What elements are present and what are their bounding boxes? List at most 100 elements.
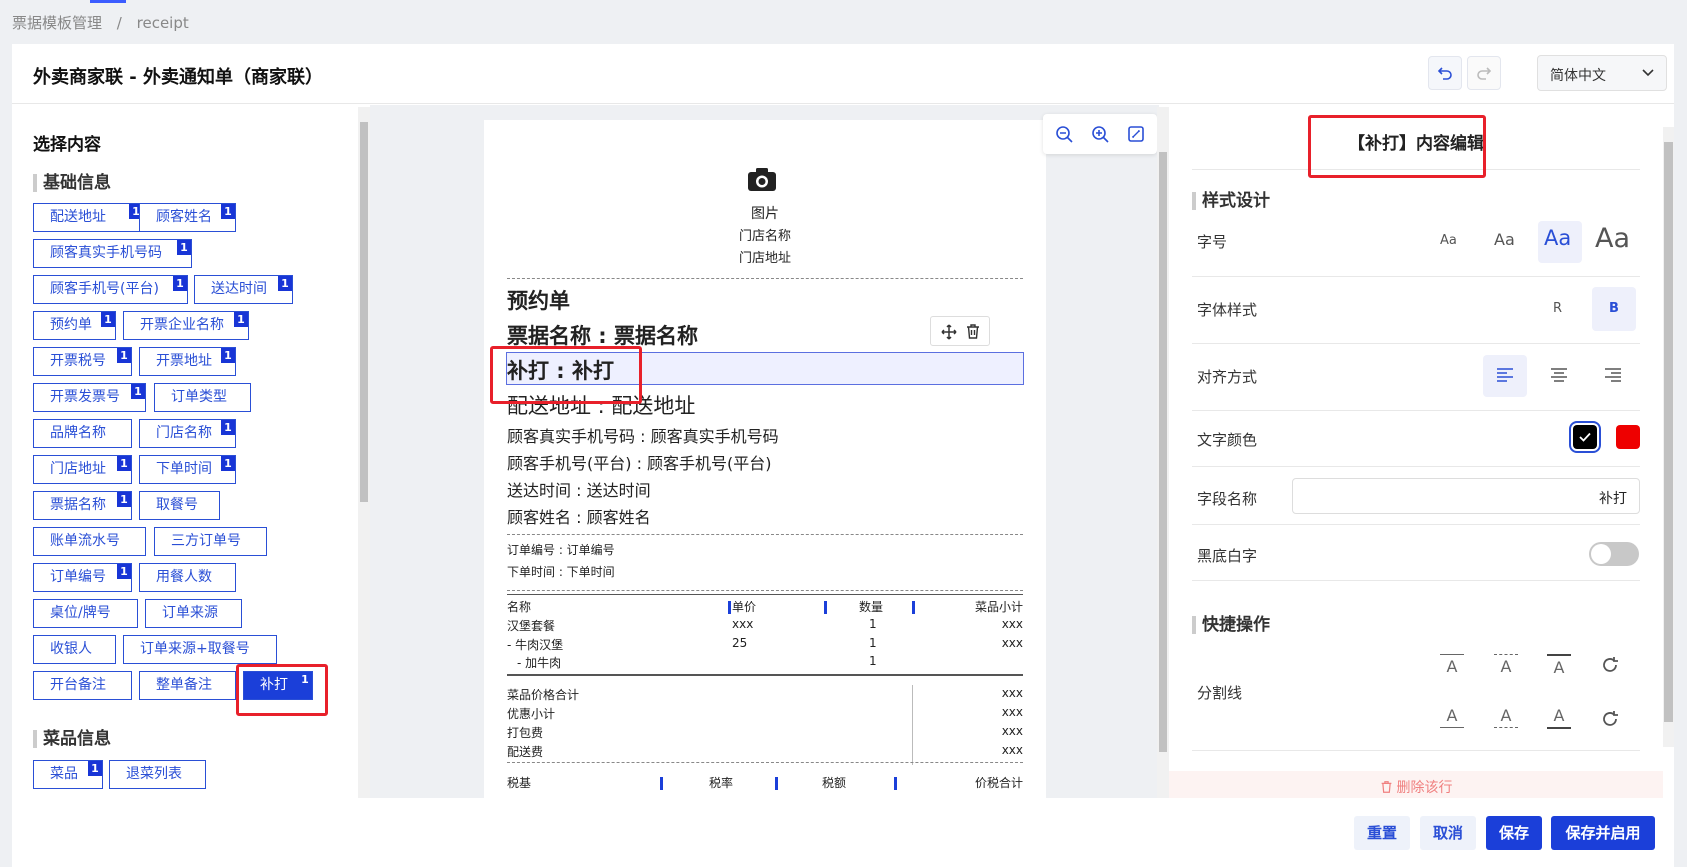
- align-left-button[interactable]: [1483, 355, 1527, 397]
- field-name-input[interactable]: 补打: [1292, 478, 1640, 514]
- tag-order-number[interactable]: 订单编号 1: [33, 563, 132, 592]
- receipt-line-platform-phone[interactable]: 顾客手机号(平台) : 顾客手机号(平台): [507, 450, 772, 474]
- divider: [1192, 580, 1640, 581]
- col-header-qty: 数量: [859, 600, 884, 614]
- tag-pickup-number[interactable]: 取餐号: [139, 491, 220, 520]
- divider-top-solid-thick[interactable]: A: [1547, 654, 1571, 677]
- tag-diner-count[interactable]: 用餐人数: [139, 563, 236, 592]
- scrollbar-thumb[interactable]: [1664, 142, 1673, 722]
- receipt-line-delivery-time[interactable]: 送达时间 : 送达时间: [507, 477, 651, 501]
- trash-icon[interactable]: [965, 323, 981, 340]
- font-size-l[interactable]: Aa: [1595, 223, 1630, 254]
- right-scrollbar[interactable]: [1663, 127, 1674, 747]
- font-style-regular[interactable]: R: [1553, 301, 1562, 316]
- tag-store-name[interactable]: 门店名称 1: [139, 419, 236, 448]
- center-scrollbar[interactable]: [1157, 107, 1169, 798]
- receipt-line-real-phone[interactable]: 顾客真实手机号码 : 顾客真实手机号码: [507, 423, 779, 447]
- tag-third-party-order[interactable]: 三方订单号: [154, 527, 267, 556]
- align-center-icon[interactable]: [1550, 367, 1568, 383]
- tag-table-note[interactable]: 开台备注: [33, 671, 132, 700]
- tag-receipt-name[interactable]: 票据名称 1: [33, 491, 132, 520]
- column-resize-handle[interactable]: [912, 601, 915, 614]
- breadcrumb-root[interactable]: 票据模板管理: [12, 14, 102, 32]
- save-and-enable-button[interactable]: 保存并启用: [1551, 816, 1655, 850]
- font-size-s[interactable]: Aa: [1494, 230, 1515, 249]
- align-label: 对齐方式: [1197, 368, 1258, 386]
- receipt-line-order-time[interactable]: 下单时间 : 下单时间: [507, 563, 615, 580]
- tag-invoice-number[interactable]: 开票发票号 1: [33, 383, 146, 412]
- tax-header-total: 价税合计: [974, 776, 1023, 790]
- receipt-line-reservation[interactable]: 预约单: [507, 285, 570, 315]
- column-resize-handle[interactable]: [775, 777, 778, 790]
- column-resize-handle[interactable]: [728, 601, 731, 614]
- divider: [1192, 343, 1640, 344]
- toggle-knob: [1591, 544, 1611, 564]
- font-style-bold[interactable]: B: [1592, 287, 1636, 331]
- total-value: xxx: [1001, 686, 1023, 700]
- tag-invoice-company[interactable]: 开票企业名称 1: [123, 311, 249, 340]
- tag-order-source[interactable]: 订单来源: [145, 599, 242, 628]
- delete-row-button[interactable]: 删除该行: [1169, 777, 1663, 797]
- divider-bottom-solid-thin[interactable]: A: [1440, 706, 1464, 728]
- breadcrumb: 票据模板管理 / receipt: [12, 12, 199, 33]
- tag-table-number[interactable]: 桌位/牌号: [33, 599, 138, 628]
- tax-header-amount: 税额: [822, 776, 847, 790]
- align-right-icon[interactable]: [1604, 367, 1622, 383]
- divider-bottom-dashed[interactable]: A: [1494, 706, 1518, 728]
- redo-button[interactable]: [1467, 56, 1501, 90]
- receipt-line-customer-name[interactable]: 顾客姓名 : 顾客姓名: [507, 504, 651, 528]
- total-label: 配送费: [507, 745, 544, 759]
- font-size-m[interactable]: Aa: [1544, 226, 1571, 250]
- tag-invoice-address[interactable]: 开票地址 1: [139, 347, 236, 376]
- cancel-button[interactable]: 取消: [1420, 816, 1476, 850]
- tag-badge: 1: [234, 312, 248, 327]
- tag-delivery-address[interactable]: 配送地址 1: [33, 203, 144, 232]
- camera-icon: [748, 168, 776, 191]
- receipt-line-order-number[interactable]: 订单编号 : 订单编号: [507, 541, 615, 558]
- undo-button[interactable]: [1428, 56, 1462, 90]
- tag-order-note[interactable]: 整单备注: [139, 671, 236, 700]
- tag-returned-dishes[interactable]: 退菜列表: [109, 760, 206, 789]
- reset-button[interactable]: 重置: [1354, 816, 1410, 850]
- column-resize-handle[interactable]: [824, 601, 827, 614]
- font-size-xs[interactable]: Aa: [1440, 233, 1457, 248]
- tag-order-type[interactable]: 订单类型: [154, 383, 251, 412]
- reset-icon[interactable]: [1601, 710, 1619, 728]
- fit-screen-icon[interactable]: [1127, 125, 1145, 143]
- language-value: 简体中文: [1550, 68, 1606, 84]
- column-resize-handle[interactable]: [660, 777, 663, 790]
- item-qty: 1: [869, 617, 877, 631]
- zoom-out-icon[interactable]: [1055, 125, 1073, 143]
- tag-order-source-pickup[interactable]: 订单来源+取餐号: [123, 635, 277, 664]
- left-scrollbar[interactable]: [358, 107, 370, 798]
- tag-invoice-tax-id[interactable]: 开票税号 1: [33, 347, 132, 376]
- invert-toggle[interactable]: [1589, 542, 1639, 566]
- scrollbar-thumb[interactable]: [1159, 152, 1167, 752]
- page-title: 外卖商家联 - 外卖通知单（商家联）: [33, 67, 324, 88]
- tag-order-time[interactable]: 下单时间 1: [139, 455, 236, 484]
- tag-customer-name[interactable]: 顾客姓名 1: [139, 203, 236, 232]
- tag-brand-name[interactable]: 品牌名称: [33, 419, 132, 448]
- tag-customer-real-phone[interactable]: 顾客真实手机号码 1: [33, 239, 192, 268]
- color-swatch-red[interactable]: [1616, 425, 1640, 449]
- move-icon[interactable]: [941, 324, 957, 340]
- column-resize-handle[interactable]: [894, 777, 897, 790]
- divider: [1192, 466, 1640, 467]
- divider-bottom-solid-thick[interactable]: A: [1547, 706, 1571, 729]
- tag-cashier[interactable]: 收银人: [33, 635, 116, 664]
- language-select[interactable]: 简体中文: [1537, 55, 1667, 91]
- tag-customer-platform-phone[interactable]: 顾客手机号(平台) 1: [33, 275, 188, 304]
- scrollbar-thumb[interactable]: [360, 122, 368, 502]
- divider-top-solid-thin[interactable]: A: [1440, 654, 1464, 676]
- zoom-in-icon[interactable]: [1091, 125, 1109, 143]
- tag-bill-serial[interactable]: 账单流水号: [33, 527, 146, 556]
- tag-delivery-time[interactable]: 送达时间 1: [194, 275, 293, 304]
- tag-store-address[interactable]: 门店地址 1: [33, 455, 132, 484]
- color-swatch-black[interactable]: [1569, 421, 1601, 453]
- divider-top-dashed[interactable]: A: [1494, 654, 1518, 676]
- tag-dishes[interactable]: 菜品 1: [33, 760, 103, 789]
- tag-reservation[interactable]: 预约单 1: [33, 311, 116, 340]
- reset-icon[interactable]: [1601, 656, 1619, 674]
- total-label: 打包费: [507, 726, 544, 740]
- save-button[interactable]: 保存: [1486, 816, 1542, 850]
